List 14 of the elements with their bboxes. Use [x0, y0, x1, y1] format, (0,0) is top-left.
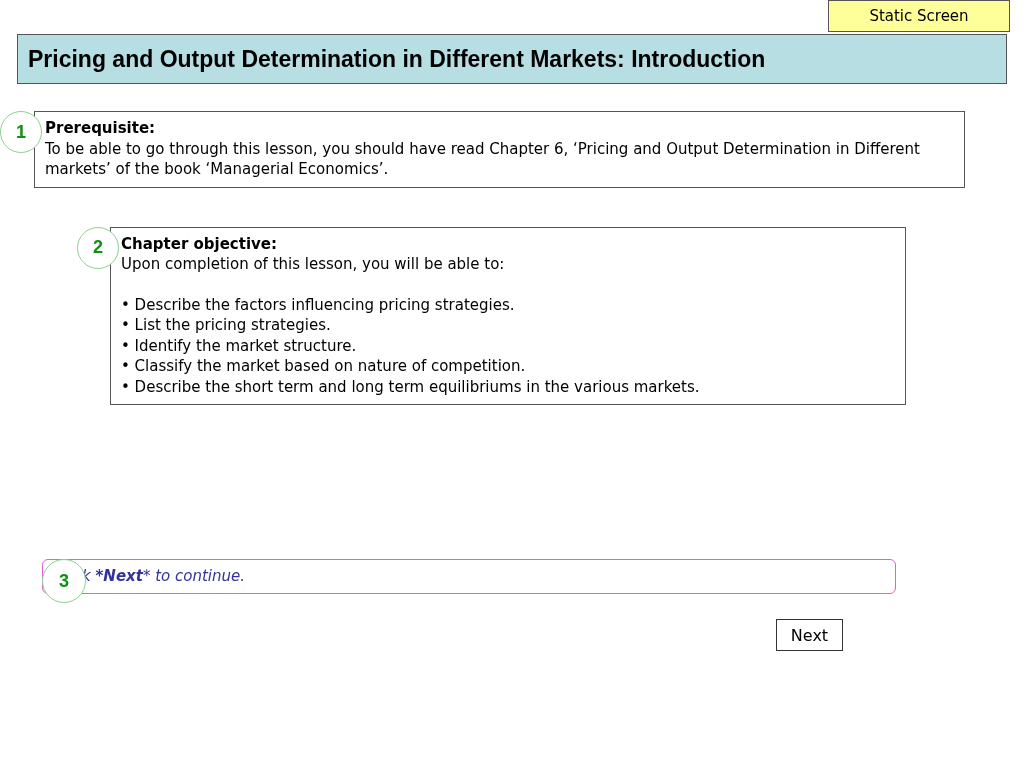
next-button[interactable]: Next [776, 619, 843, 651]
title-bar: Pricing and Output Determination in Different Markets: Introduction [17, 34, 1007, 84]
panel-text: Upon completion of this lesson, you will be able to: [121, 254, 506, 275]
screen-type-label: Static Screen [828, 0, 1010, 32]
step-number: 2 [77, 226, 119, 269]
bullet-item: • Describe the short term and long term equilibriums in the various markets. [121, 376, 701, 397]
panel-heading: Chapter objective: [121, 233, 279, 254]
bullet-item: • Identify the market structure. [121, 335, 358, 356]
panel-heading: Prerequisite: [45, 118, 157, 139]
bullet-item: • Describe the factors influencing pricing strategies. [121, 294, 516, 315]
panel-text: To be able to go through this lesson, you should have read Chapter 6, ‘Pricing and Output Determination in Different markets’ of the book ‘Managerial Economics’. [45, 138, 921, 180]
bullet-item: • Classify the market based on nature of competition. [121, 356, 527, 377]
bullet-item: • List the pricing strategies. [121, 315, 332, 336]
step-number: 1 [0, 111, 42, 153]
